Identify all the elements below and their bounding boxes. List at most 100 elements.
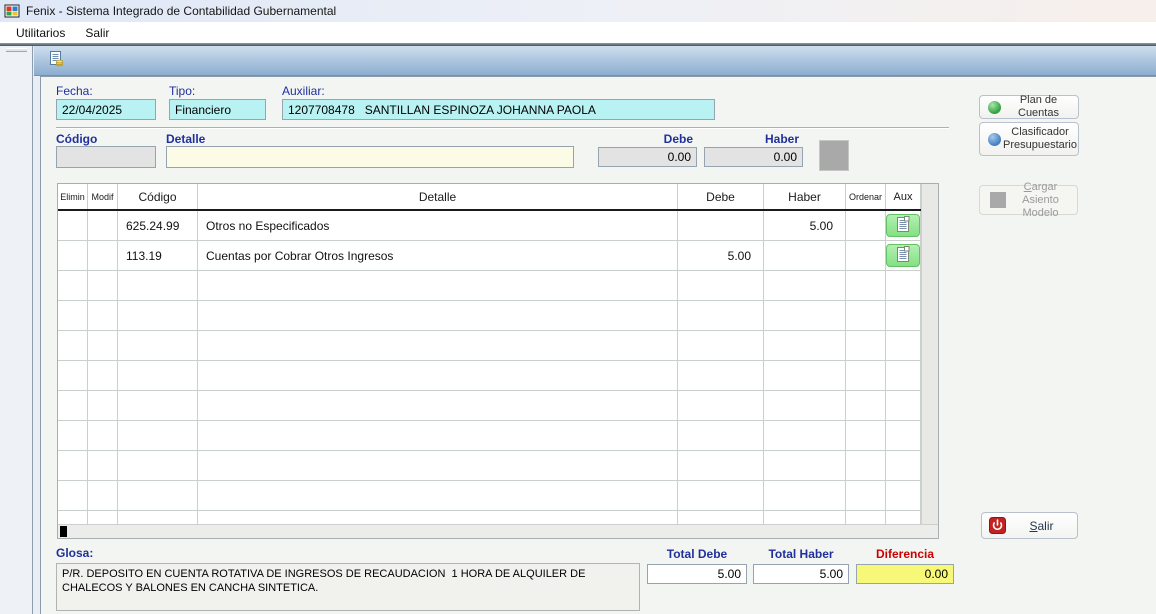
- cell-elimin[interactable]: [58, 421, 88, 450]
- table-row[interactable]: 625.24.99 Otros no Especificados 5.00: [58, 211, 938, 241]
- table-row[interactable]: [58, 301, 938, 331]
- menu-salir[interactable]: Salir: [77, 24, 117, 42]
- cell-modif[interactable]: [88, 331, 118, 360]
- cell-ordenar: [846, 331, 886, 360]
- cell-debe: [678, 451, 764, 480]
- cell-ordenar: [846, 301, 886, 330]
- col-header-detalle: Detalle: [198, 184, 678, 209]
- cell-elimin[interactable]: [58, 301, 88, 330]
- salir-button[interactable]: Salir: [981, 512, 1078, 539]
- cell-aux: [886, 361, 921, 390]
- notepad-icon: [897, 216, 910, 235]
- scrollbar-thumb[interactable]: [60, 526, 67, 537]
- detalle-input[interactable]: [166, 146, 574, 168]
- cell-haber: [764, 421, 846, 450]
- cell-codigo: 625.24.99: [118, 211, 198, 240]
- cell-debe: 5.00: [678, 241, 764, 270]
- table-horizontal-scrollbar[interactable]: [58, 524, 938, 538]
- unlabeled-gray-button[interactable]: [819, 140, 849, 171]
- splitter-grip-icon[interactable]: [6, 48, 27, 52]
- app-icon: [4, 3, 20, 19]
- table-row[interactable]: [58, 361, 938, 391]
- entries-table: Elimin Modif Código Detalle Debe Haber O…: [57, 183, 939, 539]
- cell-aux: [886, 301, 921, 330]
- tipo-input[interactable]: [169, 99, 266, 120]
- table-row[interactable]: [58, 271, 938, 301]
- cell-modif[interactable]: [88, 301, 118, 330]
- left-sidebar: [0, 46, 33, 614]
- cell-haber: [764, 241, 846, 270]
- table-row[interactable]: [58, 391, 938, 421]
- plan-de-cuentas-button[interactable]: Plan de Cuentas: [979, 95, 1079, 119]
- table-row[interactable]: [58, 451, 938, 481]
- cargar-asiento-modelo-button[interactable]: Cargar Asiento Modelo: [979, 185, 1078, 215]
- haber-input[interactable]: [704, 147, 803, 167]
- cell-modif[interactable]: [88, 451, 118, 480]
- cell-modif[interactable]: [88, 361, 118, 390]
- cell-modif[interactable]: [88, 391, 118, 420]
- table-row[interactable]: [58, 421, 938, 451]
- cell-detalle: [198, 421, 678, 450]
- cell-ordenar: [846, 241, 886, 270]
- new-entry-toolbar-button[interactable]: [44, 49, 68, 73]
- cell-aux: [886, 211, 921, 240]
- table-row[interactable]: 113.19 Cuentas por Cobrar Otros Ingresos…: [58, 241, 938, 271]
- cell-aux: [886, 331, 921, 360]
- table-row[interactable]: [58, 331, 938, 361]
- cell-elimin[interactable]: [58, 241, 88, 270]
- cell-modif[interactable]: [88, 421, 118, 450]
- table-row[interactable]: [58, 511, 938, 524]
- cell-modif[interactable]: [88, 481, 118, 510]
- table-row[interactable]: [58, 481, 938, 511]
- cell-haber: [764, 301, 846, 330]
- cell-aux: [886, 451, 921, 480]
- toolbar: [34, 46, 1156, 76]
- entries-table-body: 625.24.99 Otros no Especificados 5.00: [58, 211, 938, 524]
- cell-detalle: [198, 301, 678, 330]
- aux-button[interactable]: [886, 244, 920, 267]
- cell-elimin[interactable]: [58, 511, 88, 524]
- cell-aux: [886, 511, 921, 524]
- cell-aux: [886, 271, 921, 300]
- cell-modif[interactable]: [88, 211, 118, 240]
- cell-debe: [678, 211, 764, 240]
- cell-ordenar: [846, 361, 886, 390]
- codigo-label: Código: [56, 132, 97, 146]
- cell-elimin[interactable]: [58, 331, 88, 360]
- cell-elimin[interactable]: [58, 361, 88, 390]
- cell-codigo: [118, 391, 198, 420]
- salir-label: Salir: [1006, 519, 1077, 533]
- diferencia-label: Diferencia: [856, 547, 954, 561]
- cell-codigo: [118, 511, 198, 524]
- cell-elimin[interactable]: [58, 211, 88, 240]
- cell-elimin[interactable]: [58, 451, 88, 480]
- cell-elimin[interactable]: [58, 481, 88, 510]
- cell-detalle: Cuentas por Cobrar Otros Ingresos: [198, 241, 678, 270]
- cell-ordenar: [846, 211, 886, 240]
- auxiliar-label: Auxiliar:: [282, 84, 325, 98]
- menu-utilitarios[interactable]: Utilitarios: [8, 24, 73, 42]
- cell-detalle: [198, 361, 678, 390]
- debe-input[interactable]: [598, 147, 697, 167]
- haber-label: Haber: [704, 132, 799, 146]
- table-vertical-scrollbar[interactable]: [921, 184, 938, 524]
- cell-debe: [678, 301, 764, 330]
- clasificador-presupuestario-button[interactable]: Clasificador Presupuestario: [979, 122, 1079, 156]
- cell-aux: [886, 481, 921, 510]
- cell-codigo: [118, 421, 198, 450]
- cell-codigo: [118, 451, 198, 480]
- auxiliar-input[interactable]: [282, 99, 715, 120]
- codigo-input[interactable]: [56, 146, 156, 168]
- glosa-textarea[interactable]: P/R. DEPOSITO EN CUENTA ROTATIVA DE INGR…: [56, 563, 640, 611]
- cell-haber: [764, 271, 846, 300]
- cell-modif[interactable]: [88, 241, 118, 270]
- cell-ordenar: [846, 421, 886, 450]
- aux-button[interactable]: [886, 214, 920, 237]
- cell-modif[interactable]: [88, 271, 118, 300]
- cell-elimin[interactable]: [58, 391, 88, 420]
- cell-elimin[interactable]: [58, 271, 88, 300]
- total-haber-field: [753, 564, 849, 584]
- fecha-input[interactable]: [56, 99, 156, 120]
- cell-modif[interactable]: [88, 511, 118, 524]
- col-header-aux: Aux: [886, 184, 921, 209]
